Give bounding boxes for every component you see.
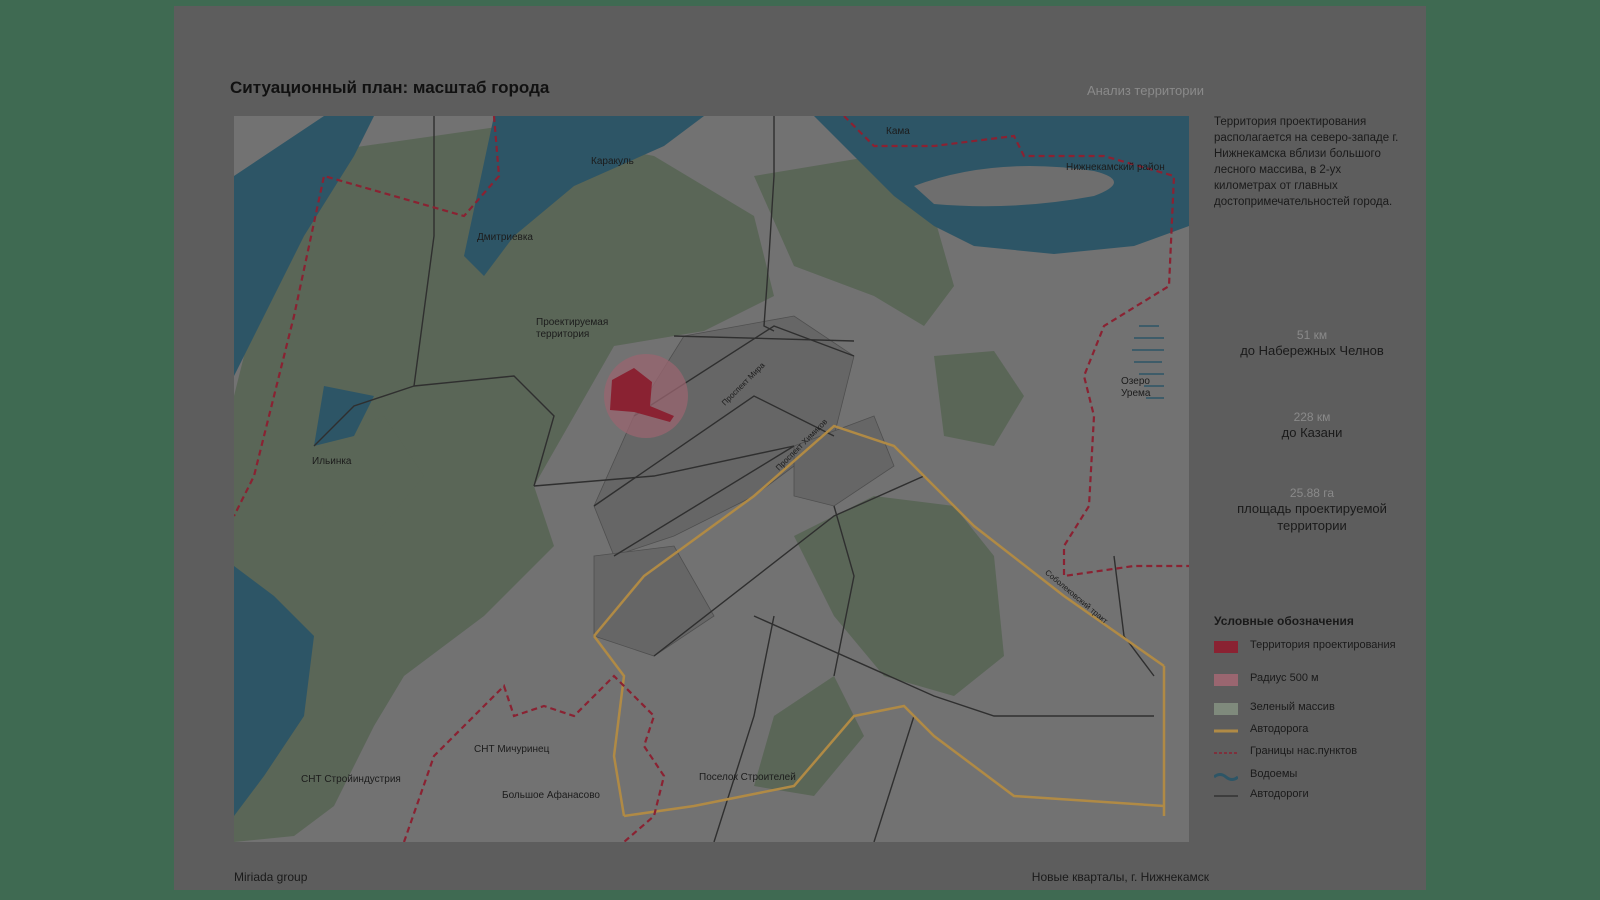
legend-item-borders: Границы нас.пунктов xyxy=(1214,744,1414,762)
legend-label: Автодорога xyxy=(1250,723,1309,735)
stat-label: до Набережных Челнов xyxy=(1240,343,1384,358)
legend-label: Водоемы xyxy=(1250,768,1298,780)
legend-label: Границы нас.пунктов xyxy=(1250,745,1358,757)
project-area-swatch xyxy=(1214,641,1238,653)
stat-value: 51 км xyxy=(1296,328,1328,342)
section-tag: Анализ территории xyxy=(1086,83,1204,98)
legend-item-highway: Автодорога xyxy=(1214,722,1414,740)
legend-title: Условные обозначения xyxy=(1214,614,1354,628)
stat-project-area: 25.88 га площадь проектируемой территори… xyxy=(1214,486,1410,534)
footer-project: Новые кварталы, г. Нижнекамск xyxy=(1031,870,1209,884)
radius-swatch xyxy=(1214,674,1238,686)
legend-label: Зеленый массив xyxy=(1250,701,1335,713)
map-label-lake-urema: Озеро Урема xyxy=(1121,376,1151,399)
page-title: Ситуационный план: масштаб города xyxy=(230,78,550,97)
map-label-nizhnekamsk-district: Нижнекамский район xyxy=(1066,162,1165,173)
legend-item-radius: Радиус 500 м xyxy=(1214,671,1414,689)
footer-company: Miriada group xyxy=(234,870,308,884)
stat-label: до Казани xyxy=(1281,425,1343,440)
map-label-snt-michurinets: СНТ Мичуринец xyxy=(474,744,550,755)
stat-value: 228 км xyxy=(1293,410,1331,424)
situation-map[interactable]: Кама Каракуль Нижнекамский район Дмитрие… xyxy=(234,116,1189,842)
roads-swatch xyxy=(1214,795,1238,797)
map-label-dmitrievka: Дмитриевка xyxy=(477,232,533,243)
stat-distance-chelny: 51 км до Набережных Челнов xyxy=(1214,328,1410,359)
map-label-bolshoe-afanasovo: Большое Афанасово xyxy=(502,790,600,801)
border-swatch xyxy=(1214,752,1238,754)
stat-value: 25.88 га xyxy=(1289,486,1335,500)
legend-item-green-area: Зеленый массив xyxy=(1214,700,1414,718)
legend-item-roads: Автодороги xyxy=(1214,787,1414,805)
legend-label: Радиус 500 м xyxy=(1250,672,1319,684)
legend-label: Территория проектирования xyxy=(1250,639,1396,651)
presentation-sheet: Ситуационный план: масштаб города Анализ… xyxy=(174,6,1426,890)
map-label-kama: Кама xyxy=(886,126,910,137)
water-swatch xyxy=(1214,773,1238,781)
legend-item-project-area: Территория проектирования xyxy=(1214,638,1414,656)
map-label-ilyinka: Ильинка xyxy=(312,456,352,467)
stat-distance-kazan: 228 км до Казани xyxy=(1214,410,1410,441)
map-label-snt-stroyindustriya: СНТ Стройиндустрия xyxy=(301,774,401,785)
highway-swatch xyxy=(1214,729,1238,733)
map-label-karakul: Каракуль xyxy=(591,156,634,167)
legend-item-water: Водоемы xyxy=(1214,767,1414,785)
map-canvas xyxy=(234,116,1189,842)
stat-label: площадь проектируемой территории xyxy=(1237,501,1387,533)
green-area-swatch xyxy=(1214,703,1238,715)
map-label-poselok-stroiteley: Поселок Строителей xyxy=(699,772,796,783)
territory-description: Территория проектирования располагается … xyxy=(1214,116,1399,208)
legend-label: Автодороги xyxy=(1250,788,1309,800)
map-label-project-area: Проектируемая территория xyxy=(536,317,609,340)
